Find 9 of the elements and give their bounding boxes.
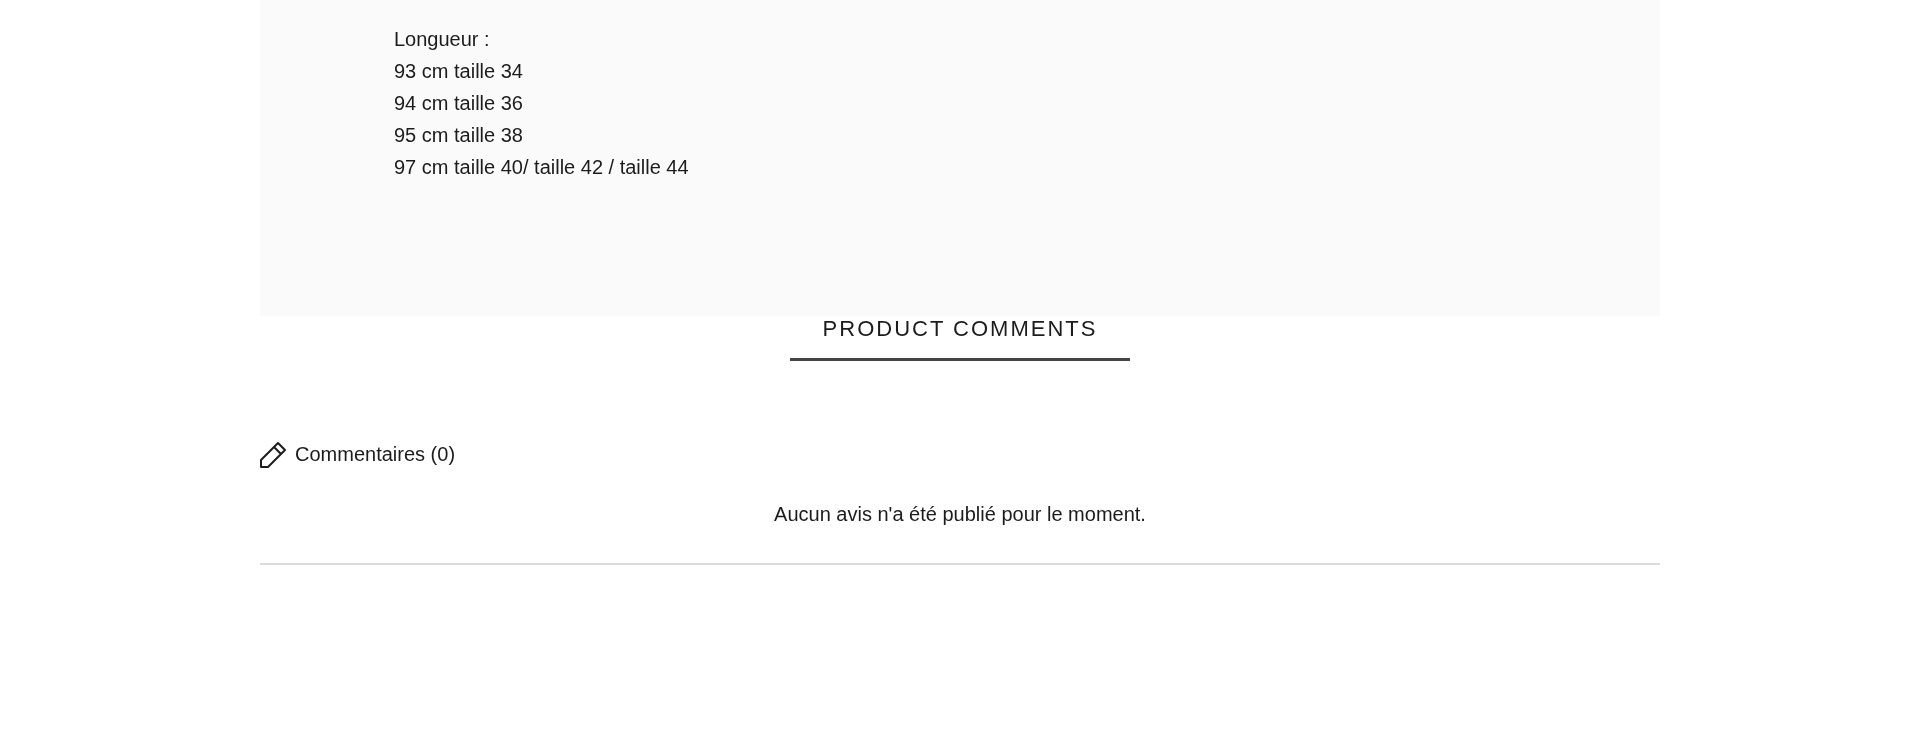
description-line: 95 cm taille 38 [394,123,523,148]
description-line: Longueur : [394,27,490,52]
pencil-icon [260,440,287,468]
description-line: 93 cm taille 34 [394,59,523,84]
comments-count: Commentaires (0) [295,442,456,467]
section-title: PRODUCT COMMENTS [822,316,1098,342]
description-line: 97 cm taille 40/ taille 42 / taille 44 [394,155,689,180]
description-line: 94 cm taille 36 [394,91,523,116]
empty-message: Aucun avis n'a été publié pour le moment. [774,502,1146,527]
